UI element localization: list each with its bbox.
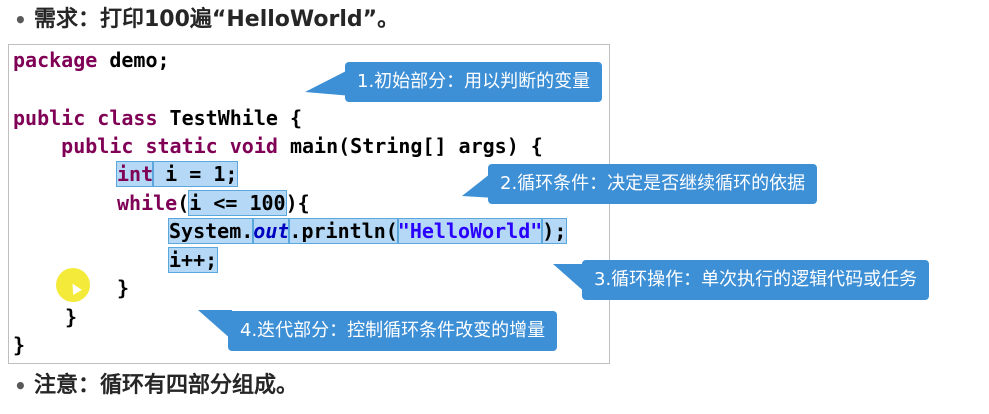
callout-init: 1.初始部分：用以判断的变量 <box>345 62 603 102</box>
note-text: 注意：循环有四部分组成。 <box>34 373 299 398</box>
note-line: • 注意：循环有四部分组成。 <box>14 372 298 400</box>
callout-operation: 3.循环操作：单次执行的逻辑代码或任务 <box>582 260 930 300</box>
pointer-iteration <box>198 310 232 340</box>
callout-condition: 2.循环条件：决定是否继续循环的依据 <box>488 164 818 204</box>
bullet-icon: • <box>14 374 27 398</box>
callout-iteration: 4.迭代部分：控制循环条件改变的增量 <box>228 311 558 351</box>
